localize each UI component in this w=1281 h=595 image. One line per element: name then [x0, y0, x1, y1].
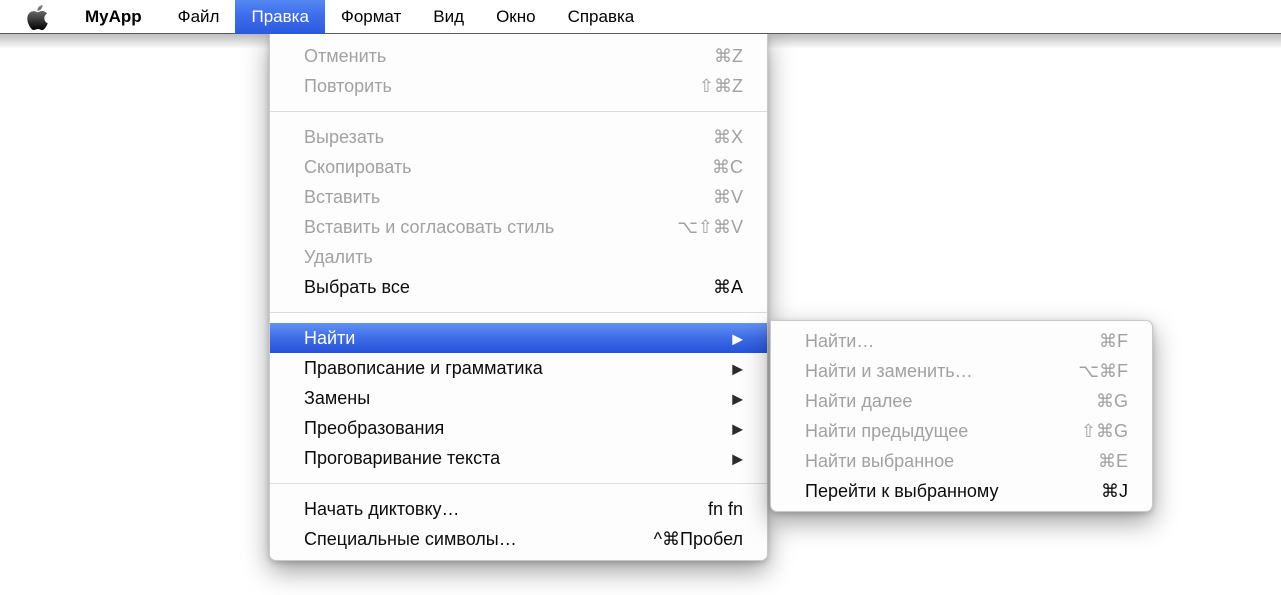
menu-item-cut: Вырезать ⌘X: [270, 122, 767, 152]
menu-item-select-all[interactable]: Выбрать все ⌘A: [270, 272, 767, 302]
menu-item-shortcut: fn fn: [708, 499, 743, 520]
menu-item-label: Найти и заменить…: [805, 361, 1078, 382]
menu-item-label: Найти далее: [805, 391, 1096, 412]
menu-item-undo: Отменить ⌘Z: [270, 41, 767, 71]
menu-item-paste-and-match-style: Вставить и согласовать стиль ⌥⇧⌘V: [270, 212, 767, 242]
submenu-item-jump-to-selection[interactable]: Перейти к выбранному ⌘J: [771, 476, 1152, 506]
apple-icon: [27, 5, 48, 30]
menu-item-redo: Повторить ⇧⌘Z: [270, 71, 767, 101]
menu-item-label: Специальные символы…: [304, 529, 654, 550]
submenu-item-find-and-replace: Найти и заменить… ⌥⌘F: [771, 356, 1152, 386]
menu-item-label: Перейти к выбранному: [805, 481, 1101, 502]
menu-item-find[interactable]: Найти ▶: [270, 323, 767, 353]
menu-item-label: Найти: [304, 328, 732, 349]
menu-item-label: Вырезать: [304, 127, 713, 148]
menu-item-label: Преобразования: [304, 418, 732, 439]
menu-item-shortcut: ⌘Z: [714, 46, 743, 67]
menubar-item-format[interactable]: Формат: [325, 0, 417, 34]
apple-menu[interactable]: [10, 0, 65, 34]
menu-item-label: Отменить: [304, 46, 714, 67]
submenu-arrow-icon: ▶: [732, 330, 743, 347]
menu-item-shortcut: ⌥⌘F: [1078, 361, 1128, 382]
menu-item-shortcut: ⌘F: [1099, 331, 1128, 352]
menu-item-shortcut: ⌘E: [1098, 451, 1128, 472]
menu-item-speech[interactable]: Проговаривание текста ▶: [270, 443, 767, 473]
submenu-arrow-icon: ▶: [732, 450, 743, 467]
menu-item-label: Скопировать: [304, 157, 712, 178]
menubar-item-help[interactable]: Справка: [552, 0, 651, 34]
separator: [270, 111, 767, 112]
menu-item-shortcut: ⇧⌘G: [1081, 421, 1128, 442]
menu-item-label: Замены: [304, 388, 732, 409]
submenu-item-find-next: Найти далее ⌘G: [771, 386, 1152, 416]
menu-item-label: Повторить: [304, 76, 699, 97]
find-submenu: Найти… ⌘F Найти и заменить… ⌥⌘F Найти да…: [770, 320, 1153, 512]
menu-item-shortcut: ⌥⇧⌘V: [677, 217, 743, 238]
menubar-item-window[interactable]: Окно: [480, 0, 552, 34]
menu-item-label: Выбрать все: [304, 277, 713, 298]
submenu-arrow-icon: ▶: [732, 390, 743, 407]
menu-item-label: Найти…: [805, 331, 1099, 352]
menubar-item-edit[interactable]: Правка: [235, 0, 324, 34]
menubar-item-view[interactable]: Вид: [417, 0, 480, 34]
submenu-arrow-icon: ▶: [732, 360, 743, 377]
menubar-item-file[interactable]: Файл: [162, 0, 236, 34]
edit-menu: Отменить ⌘Z Повторить ⇧⌘Z Вырезать ⌘X Ск…: [269, 34, 768, 561]
separator: [270, 312, 767, 313]
separator: [270, 483, 767, 484]
menu-item-label: Вставить: [304, 187, 713, 208]
menu-item-shortcut: ⇧⌘Z: [699, 76, 743, 97]
menu-item-shortcut: ⌘G: [1096, 391, 1128, 412]
menu-item-spelling-and-grammar[interactable]: Правописание и грамматика ▶: [270, 353, 767, 383]
submenu-item-find-previous: Найти предыдущее ⇧⌘G: [771, 416, 1152, 446]
menu-item-label: Правописание и грамматика: [304, 358, 732, 379]
menu-item-delete: Удалить: [270, 242, 767, 272]
menu-item-shortcut: ⌘A: [713, 277, 743, 298]
menu-item-start-dictation[interactable]: Начать диктовку… fn fn: [270, 494, 767, 524]
submenu-item-use-selection-for-find: Найти выбранное ⌘E: [771, 446, 1152, 476]
menu-item-label: Найти выбранное: [805, 451, 1098, 472]
menu-item-label: Удалить: [304, 247, 743, 268]
menu-item-paste: Вставить ⌘V: [270, 182, 767, 212]
menu-item-shortcut: ⌘C: [712, 157, 743, 178]
menu-bar: MyApp Файл Правка Формат Вид Окно Справк…: [0, 0, 1281, 34]
menubar-item-app-name[interactable]: MyApp: [65, 0, 162, 34]
menu-item-shortcut: ⌘X: [713, 127, 743, 148]
menu-item-shortcut: ⌘V: [713, 187, 743, 208]
submenu-item-find: Найти… ⌘F: [771, 326, 1152, 356]
menu-item-label: Найти предыдущее: [805, 421, 1081, 442]
menu-item-substitutions[interactable]: Замены ▶: [270, 383, 767, 413]
menu-item-transformations[interactable]: Преобразования ▶: [270, 413, 767, 443]
menu-item-label: Начать диктовку…: [304, 499, 708, 520]
menu-item-special-characters[interactable]: Специальные символы… ^⌘Пробел: [270, 524, 767, 554]
menu-item-label: Вставить и согласовать стиль: [304, 217, 677, 238]
menu-item-copy: Скопировать ⌘C: [270, 152, 767, 182]
submenu-arrow-icon: ▶: [732, 420, 743, 437]
menu-item-shortcut: ^⌘Пробел: [654, 529, 743, 550]
menu-item-shortcut: ⌘J: [1101, 481, 1128, 502]
menu-item-label: Проговаривание текста: [304, 448, 732, 469]
